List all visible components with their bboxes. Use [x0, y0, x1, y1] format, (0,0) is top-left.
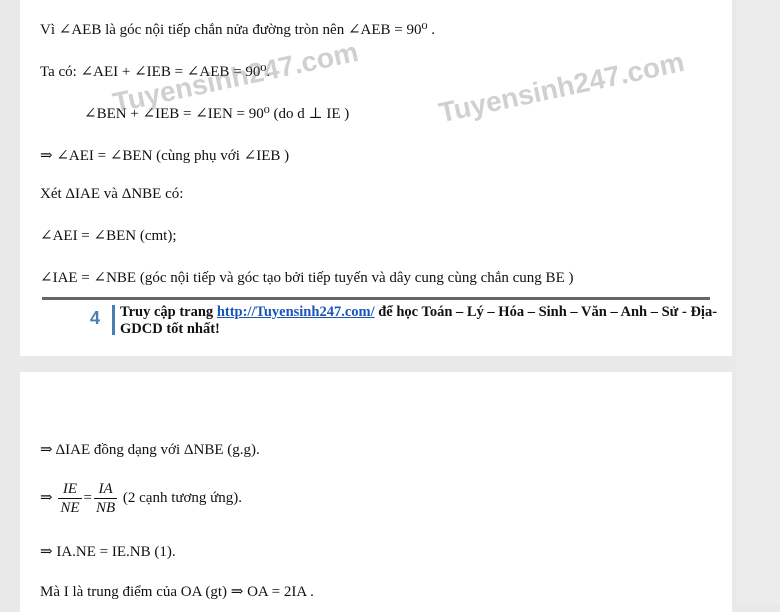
fraction-right-numerator: IA: [93, 480, 118, 499]
text-line-5: Xét ΔIAE và ΔNBE có:: [40, 186, 184, 202]
fraction-left-denominator: NE: [60, 500, 80, 516]
fraction-right-denominator: NB: [95, 500, 116, 516]
fraction-left: IE NE: [58, 480, 82, 517]
page-top: Vì ∠AEB là góc nội tiếp chắn nửa đường t…: [20, 0, 732, 356]
text-line-6: ∠AEI = ∠BEN (cmt);: [40, 228, 177, 244]
text-line-1: Vì ∠AEB là góc nội tiếp chắn nửa đường t…: [40, 22, 435, 38]
fraction-line: ⇒ IE NE = IA NB (2 cạnh tương ứng).: [40, 480, 243, 517]
fraction-note: (2 cạnh tương ứng).: [122, 489, 243, 506]
text-line-4: ⇒ ∠AEI = ∠BEN (cùng phụ với ∠IEB ): [40, 148, 290, 164]
page-footer: 4 Truy cập trang http://Tuyensinh247.com…: [42, 297, 717, 337]
text-line-10: ⇒ IA.NE = IE.NB (1).: [40, 544, 176, 560]
watermark-2: Tuyensinh247.com: [436, 46, 687, 129]
text-line-11: Mà I là trung điểm của OA (gt) ⇒ OA = 2I…: [40, 584, 314, 600]
implies-symbol: ⇒: [40, 489, 53, 506]
fraction-right: IA NB: [93, 480, 118, 517]
footer-link[interactable]: http://Tuyensinh247.com/: [217, 304, 375, 320]
fraction-left-numerator: IE: [58, 480, 82, 499]
text-line-7: ∠IAE = ∠NBE (góc nội tiếp và góc tạo bởi…: [40, 270, 574, 286]
footer-prefix: Truy cập trang: [120, 304, 217, 320]
footer-divider: [112, 305, 115, 335]
page-number: 4: [90, 308, 101, 328]
scrollbar-track[interactable]: [736, 0, 780, 603]
text-line-8: ⇒ ΔIAE đồng dạng với ΔNBE (g.g).: [40, 442, 260, 458]
footer-text: Truy cập trang http://Tuyensinh247.com/ …: [120, 304, 720, 338]
page-bottom: ⇒ ΔIAE đồng dạng với ΔNBE (g.g). ⇒ IE NE…: [20, 372, 732, 612]
